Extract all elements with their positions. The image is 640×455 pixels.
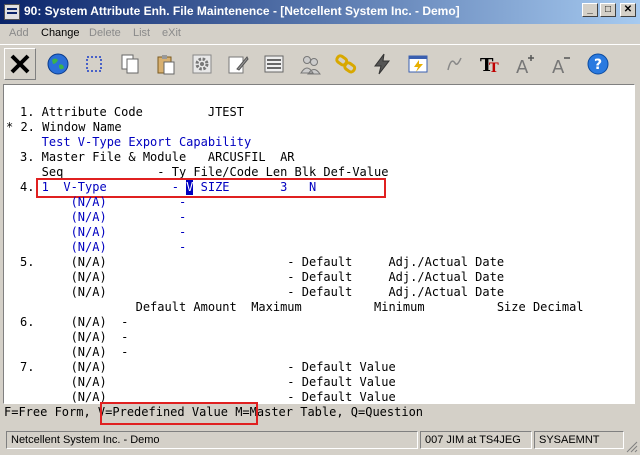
attribute-code-line: 1. Attribute Code JTEST bbox=[20, 105, 244, 119]
status-user: 007 JIM at TS4JEG bbox=[420, 431, 532, 449]
master-file-line: 3. Master File & Module ARCUSFIL AR bbox=[20, 150, 295, 164]
copy-icon[interactable] bbox=[114, 48, 146, 80]
menu-change[interactable]: Change bbox=[41, 27, 80, 39]
date-row-1[interactable]: 5. (N/A) - Default Adj./Actual Date bbox=[20, 255, 504, 270]
svg-text:A: A bbox=[552, 57, 565, 76]
terminal-screen[interactable]: 1. Attribute Code JTEST * 2. Window Name… bbox=[3, 84, 635, 404]
resize-grip-icon[interactable] bbox=[626, 441, 638, 453]
select-icon[interactable] bbox=[78, 48, 110, 80]
seq-row-5[interactable]: (N/A) - bbox=[20, 240, 187, 255]
title-bar: 90: System Attribute Enh. File Maintenen… bbox=[0, 0, 640, 24]
maximize-button[interactable]: □ bbox=[600, 3, 616, 17]
menu-exit[interactable]: eXit bbox=[162, 27, 181, 39]
list-icon[interactable] bbox=[258, 48, 290, 80]
status-company: Netcellent System Inc. - Demo bbox=[6, 431, 418, 449]
font-increase-icon[interactable]: A bbox=[510, 48, 542, 80]
seq-row-4[interactable]: (N/A) - bbox=[20, 225, 187, 240]
amount-row-1[interactable]: 6. (N/A) - bbox=[20, 315, 128, 330]
window-lightning-icon[interactable] bbox=[402, 48, 434, 80]
value-row-1[interactable]: 7. (N/A) - Default Value bbox=[20, 360, 396, 375]
window-name-label: * 2. Window Name bbox=[6, 120, 122, 134]
users-icon[interactable] bbox=[294, 48, 326, 80]
date-row-3[interactable]: (N/A) - Default Adj./Actual Date bbox=[20, 285, 505, 300]
paste-icon[interactable] bbox=[150, 48, 182, 80]
settings-gear-icon[interactable] bbox=[186, 48, 218, 80]
svg-text:T: T bbox=[489, 61, 499, 76]
globe-icon[interactable] bbox=[42, 48, 74, 80]
lightning-icon[interactable] bbox=[366, 48, 398, 80]
script-icon[interactable] bbox=[438, 48, 470, 80]
status-bar: Netcellent System Inc. - Demo 007 JIM at… bbox=[0, 428, 640, 455]
help-icon[interactable]: ? bbox=[582, 48, 614, 80]
window-title: 90: System Attribute Enh. File Maintenen… bbox=[24, 4, 460, 18]
cancel-icon[interactable] bbox=[4, 48, 36, 80]
edit-form-icon[interactable] bbox=[222, 48, 254, 80]
menu-bar: Add Change Delete List eXit bbox=[0, 24, 640, 44]
menu-delete[interactable]: Delete bbox=[89, 27, 121, 39]
font-decrease-icon[interactable]: A bbox=[546, 48, 578, 80]
status-program: SYSAEMNT bbox=[534, 431, 624, 449]
close-button[interactable]: ✕ bbox=[620, 3, 636, 17]
links-icon[interactable] bbox=[330, 48, 362, 80]
amount-row-3[interactable]: (N/A) - bbox=[20, 345, 129, 360]
seq-row-2[interactable]: (N/A) - bbox=[20, 195, 187, 210]
amount-row-2[interactable]: (N/A) - bbox=[20, 330, 129, 345]
highlight-box-legend bbox=[100, 402, 258, 425]
menu-add[interactable]: Add bbox=[9, 27, 29, 39]
seq-row-3[interactable]: (N/A) - bbox=[20, 210, 187, 225]
minimize-button[interactable]: _ bbox=[582, 3, 598, 17]
amount-header: Default Amount Maximum Minimum Size Deci… bbox=[20, 300, 584, 314]
value-row-2[interactable]: (N/A) - Default Value bbox=[20, 375, 396, 390]
help-line: F=Free Form, V=Predefined Value M=Master… bbox=[0, 402, 640, 427]
app-icon[interactable] bbox=[4, 4, 20, 20]
window-name-value[interactable]: Test V-Type Export Capability bbox=[20, 135, 252, 150]
date-row-2[interactable]: (N/A) - Default Adj./Actual Date bbox=[20, 270, 505, 285]
text-size-icon[interactable]: TT bbox=[474, 48, 506, 80]
svg-text:?: ? bbox=[594, 57, 602, 73]
menu-list[interactable]: List bbox=[133, 27, 150, 39]
svg-text:A: A bbox=[516, 57, 529, 76]
toolbar: TT A A ? bbox=[0, 44, 640, 83]
